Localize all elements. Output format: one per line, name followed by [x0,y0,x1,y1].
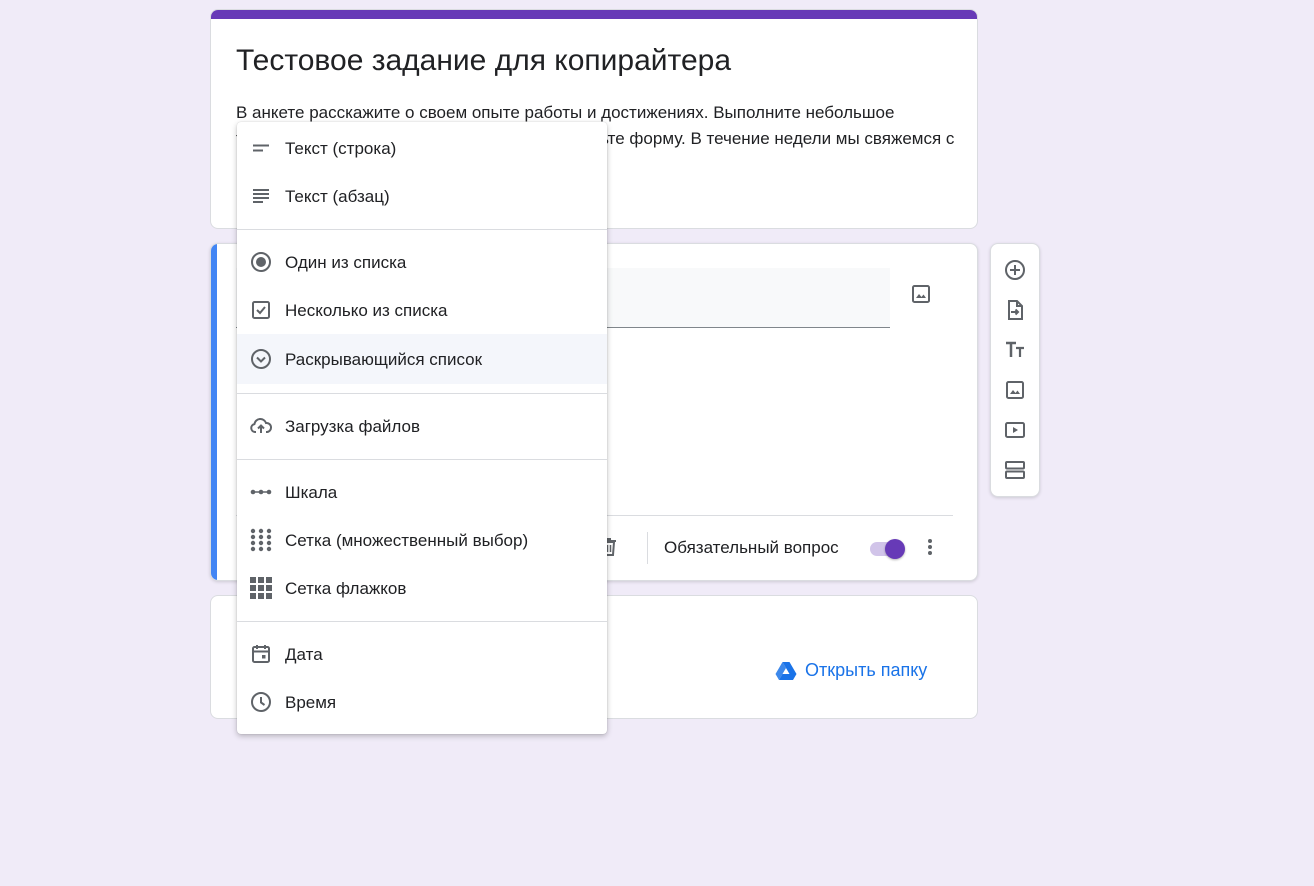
menu-item-label: Раскрывающийся список [285,350,483,369]
menu-item-label: Сетка флажков [285,579,407,598]
menu-item-dropdown[interactable]: Раскрывающийся список [237,334,607,384]
add-section-icon[interactable] [1003,458,1027,482]
add-question-icon[interactable] [1003,258,1027,282]
menu-item-time[interactable]: Время [237,678,607,726]
form-title[interactable]: Тестовое задание для копирайтера [236,43,731,79]
menu-divider [237,229,607,230]
required-question-label: Обязательный вопрос [664,538,839,557]
add-image-icon[interactable] [1003,378,1027,402]
menu-item-linear-scale[interactable]: Шкала [237,468,607,516]
google-drive-icon [775,661,797,681]
menu-item-label: Шкала [285,483,338,502]
open-folder-link[interactable]: Открыть папку [775,660,927,681]
linear-scale-icon [249,480,273,504]
menu-item-label: Загрузка файлов [285,417,421,436]
add-title-icon[interactable] [1003,338,1027,362]
grid-dots-icon [249,528,273,552]
menu-item-grid-multiple-choice[interactable]: Сетка (множественный выбор) [237,516,607,564]
menu-item-short-text[interactable]: Текст (строка) [237,124,607,172]
toggle-thumb [885,539,905,559]
calendar-icon [249,642,273,666]
menu-item-file-upload[interactable]: Загрузка файлов [237,402,607,450]
short-text-icon [249,136,273,160]
menu-item-label: Несколько из списка [285,301,448,320]
menu-item-date[interactable]: Дата [237,630,607,678]
paragraph-icon [249,184,273,208]
open-folder-label: Открыть папку [805,660,928,680]
menu-item-multiple-choice[interactable]: Один из списка [237,238,607,286]
radio-button-icon [249,250,273,274]
question-type-menu: Текст (строка) Текст (абзац) Один из спи… [237,122,607,734]
cloud-upload-icon [249,414,273,438]
checkbox-icon [249,298,273,322]
menu-item-checkbox-grid[interactable]: Сетка флажков [237,564,607,612]
clock-icon [249,690,273,714]
menu-item-label: Время [285,693,337,712]
menu-item-paragraph[interactable]: Текст (абзац) [237,172,607,220]
more-vert-icon[interactable] [918,535,942,559]
menu-item-label: Текст (абзац) [285,187,390,206]
add-video-icon[interactable] [1003,418,1027,442]
floating-toolbar [990,243,1040,497]
add-image-icon[interactable] [909,282,933,306]
footer-vertical-separator [647,532,648,564]
menu-item-label: Один из списка [285,253,407,272]
active-question-indicator [211,244,217,580]
menu-divider [237,459,607,460]
dropdown-icon [249,347,273,371]
menu-item-label: Сетка (множественный выбор) [285,531,529,550]
grid-squares-icon [249,576,273,600]
required-toggle[interactable] [869,538,907,560]
menu-divider [237,621,607,622]
menu-item-label: Текст (строка) [285,139,397,158]
menu-divider [237,393,607,394]
menu-item-checkboxes[interactable]: Несколько из списка [237,286,607,334]
theme-color-bar [211,10,977,19]
import-questions-icon[interactable] [1003,298,1027,322]
menu-item-label: Дата [285,645,323,664]
